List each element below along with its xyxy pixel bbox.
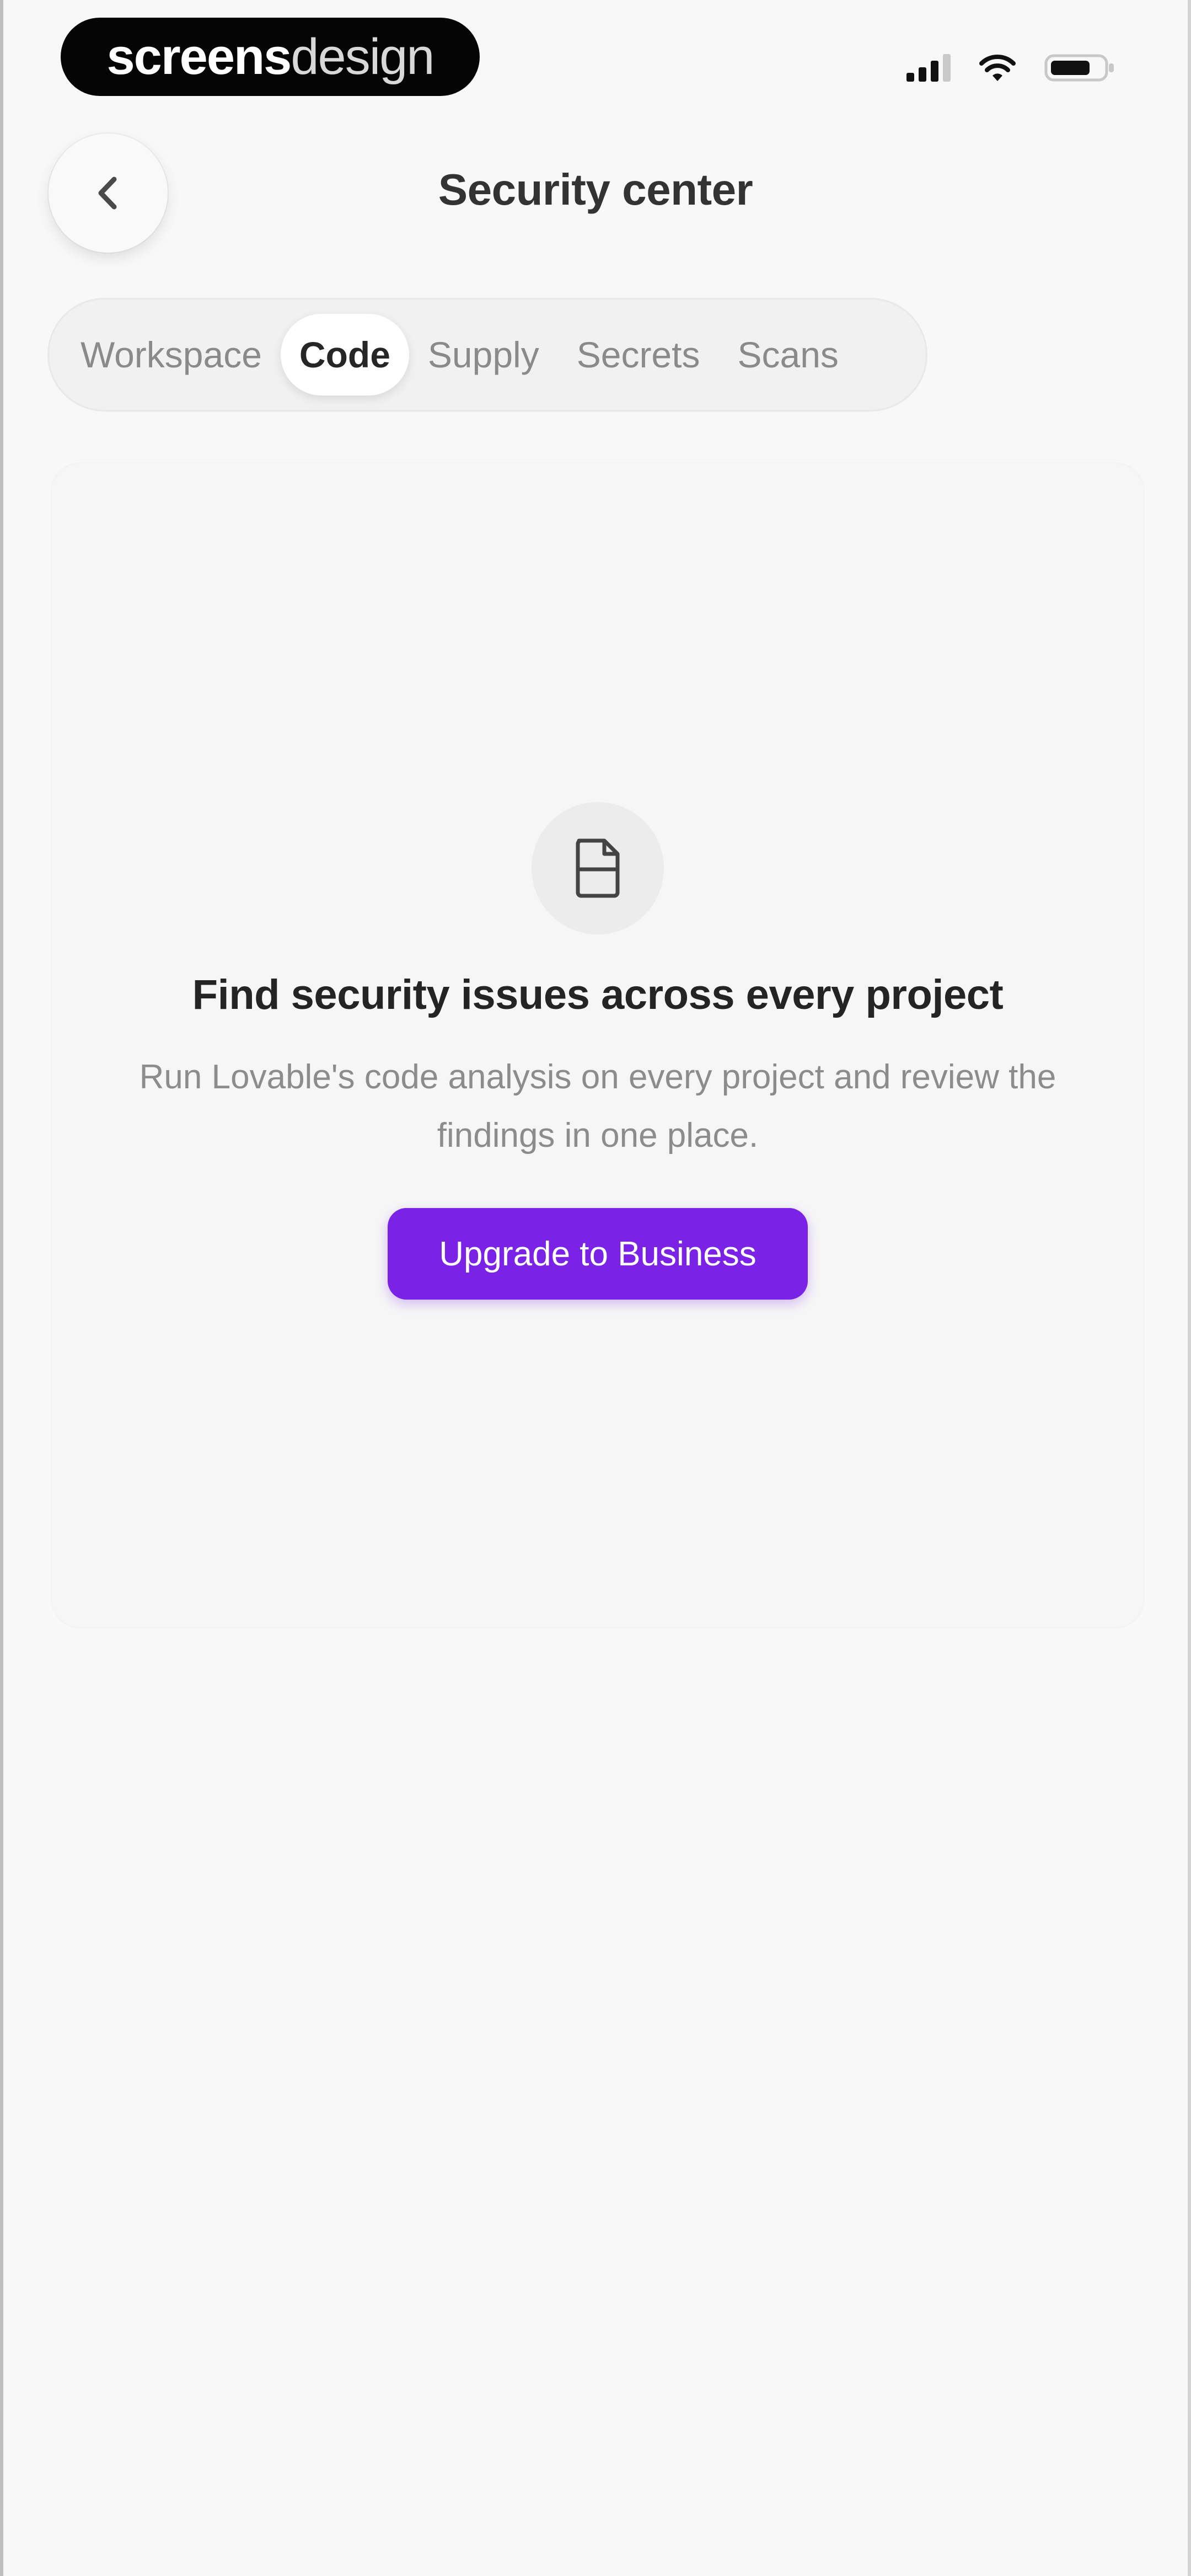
page-title: Security center bbox=[438, 165, 753, 214]
status-icons bbox=[906, 49, 1116, 87]
empty-state-card: Find security issues across every projec… bbox=[52, 463, 1144, 1627]
empty-state-title: Find security issues across every projec… bbox=[192, 971, 1004, 1018]
tab-supply[interactable]: Supply bbox=[409, 314, 558, 396]
brand-wordmark: screensdesign bbox=[106, 29, 435, 85]
header: Security center bbox=[3, 127, 1188, 259]
tab-code[interactable]: Code bbox=[280, 314, 409, 396]
document-icon bbox=[576, 838, 620, 898]
tab-bar: Workspace Code Supply Secrets Scans bbox=[47, 298, 927, 411]
tab-secrets[interactable]: Secrets bbox=[558, 314, 719, 396]
brand-logo: screensdesign bbox=[61, 18, 480, 96]
tab-workspace[interactable]: Workspace bbox=[62, 314, 281, 396]
upgrade-to-business-button[interactable]: Upgrade to Business bbox=[388, 1208, 808, 1300]
tab-scans[interactable]: Scans bbox=[718, 314, 857, 396]
battery-icon bbox=[1044, 54, 1114, 82]
wifi-icon bbox=[979, 55, 1016, 81]
signal-icon bbox=[906, 54, 951, 82]
status-bar: screensdesign bbox=[3, 0, 1188, 116]
security-center-screen: screensdesign Security center Workspace … bbox=[0, 0, 1191, 2576]
empty-state-description: Run Lovable's code analysis on every pro… bbox=[139, 1058, 1056, 1155]
empty-state-icon-container bbox=[532, 802, 664, 934]
